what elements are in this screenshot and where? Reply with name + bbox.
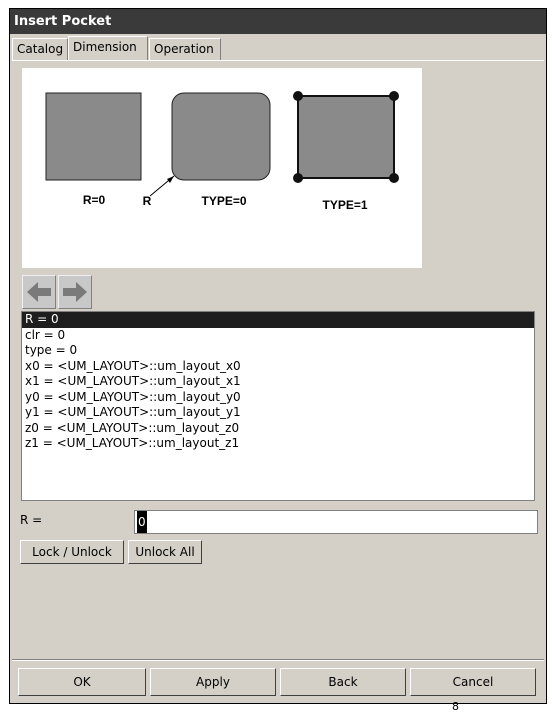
parameter-row[interactable]: x0 = <UM_LAYOUT>::um_layout_x0	[22, 359, 534, 375]
parameter-row[interactable]: x1 = <UM_LAYOUT>::um_layout_x1	[22, 374, 534, 390]
tab-catalog[interactable]: Catalog	[12, 38, 68, 60]
insert-pocket-dialog: Insert Pocket Catalog Dimension Operatio…	[9, 8, 547, 704]
apply-button[interactable]: Apply	[150, 668, 276, 696]
parameter-row[interactable]: y0 = <UM_LAYOUT>::um_layout_y0	[22, 390, 534, 406]
next-image-button[interactable]	[58, 275, 92, 309]
label-type0: TYPE=0	[201, 194, 246, 208]
parameter-row[interactable]: type = 0	[22, 343, 534, 359]
type1-pocket-shape	[297, 95, 395, 179]
lock-unlock-button[interactable]: Lock / Unlock	[20, 540, 124, 564]
corner-mark	[389, 173, 399, 183]
parameter-list[interactable]: R = 0 clr = 0 type = 0 x0 = <UM_LAYOUT>:…	[21, 311, 535, 501]
parameter-row[interactable]: y1 = <UM_LAYOUT>::um_layout_y1	[22, 405, 534, 421]
value-text: 0	[137, 511, 147, 533]
label-r0: R=0	[83, 193, 106, 207]
parameter-row[interactable]: R = 0	[22, 312, 534, 328]
rounded-pocket-shape	[171, 92, 271, 181]
left-arrow-icon	[27, 282, 51, 302]
tab-dimension[interactable]: Dimension	[68, 36, 148, 60]
unlock-all-button[interactable]: Unlock All	[128, 540, 202, 564]
ok-button[interactable]: OK	[18, 668, 146, 696]
dimension-panel: R=0 R TYPE=0 TYPE=1 R = 0 clr = 0 type =…	[12, 60, 544, 661]
radius-arrowhead	[167, 176, 174, 183]
previous-image-button[interactable]	[22, 275, 56, 309]
value-input[interactable]: 0	[134, 510, 538, 534]
corner-mark	[389, 91, 399, 101]
parameter-row[interactable]: z0 = <UM_LAYOUT>::um_layout_z0	[22, 421, 534, 437]
label-r: R	[143, 194, 152, 208]
square-pocket-shape	[45, 92, 142, 181]
parameter-row[interactable]: z1 = <UM_LAYOUT>::um_layout_z1	[22, 436, 534, 452]
corner-mark	[293, 173, 303, 183]
pocket-preview-image: R=0 R TYPE=0 TYPE=1	[22, 68, 422, 268]
page-number: 8	[452, 700, 459, 713]
parameter-row[interactable]: clr = 0	[22, 328, 534, 344]
back-button[interactable]: Back	[280, 668, 406, 696]
footer-divider	[12, 659, 544, 661]
right-arrow-icon	[63, 282, 87, 302]
label-type1: TYPE=1	[322, 198, 367, 212]
corner-mark	[293, 91, 303, 101]
tab-operation[interactable]: Operation	[149, 38, 221, 60]
title-bar: Insert Pocket	[10, 9, 546, 34]
pocket-shapes-diagram: R=0 R TYPE=0 TYPE=1	[45, 91, 399, 212]
value-label: R =	[20, 513, 43, 527]
cancel-button[interactable]: Cancel	[410, 668, 536, 696]
